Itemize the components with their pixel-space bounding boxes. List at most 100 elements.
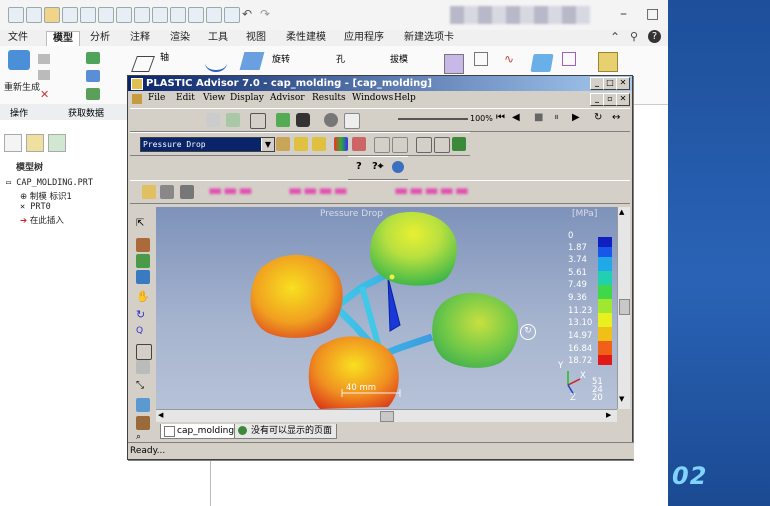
rotate-icon[interactable]: ↻ xyxy=(136,308,145,321)
redo-icon[interactable]: ↷ xyxy=(260,7,270,21)
chevron-down-icon[interactable]: ▼ xyxy=(262,138,274,151)
window-icon[interactable] xyxy=(80,7,96,23)
book-icon[interactable] xyxy=(452,137,466,151)
delete-icon[interactable]: ✕ xyxy=(40,88,49,101)
plastic-advisor-window[interactable]: PLASTIC Advisor 7.0 - cap_molding - [cap… xyxy=(127,75,634,460)
draft-label[interactable]: 拔模 xyxy=(390,52,408,65)
web-help-icon[interactable] xyxy=(392,161,404,173)
pointer-tool-icon[interactable] xyxy=(206,113,220,127)
new-file-icon[interactable] xyxy=(8,7,24,23)
animation-slider[interactable] xyxy=(398,118,468,120)
loop-icon[interactable]: ↻ xyxy=(594,112,602,123)
ruler-icon[interactable] xyxy=(136,238,150,252)
tab-tools[interactable]: 工具 xyxy=(202,31,234,45)
folder-browser-tab-icon[interactable] xyxy=(26,134,44,152)
undo-icon[interactable]: ↶ xyxy=(242,7,252,21)
tool-icon[interactable] xyxy=(116,7,132,23)
color-scale-icon[interactable] xyxy=(334,137,348,151)
context-help-icon[interactable]: ?⌖ xyxy=(372,161,383,172)
favorites-tab-icon[interactable] xyxy=(48,134,66,152)
shrinkwrap-icon[interactable] xyxy=(86,88,100,100)
axis-icon[interactable]: ⤡ xyxy=(136,380,144,391)
print-icon[interactable] xyxy=(206,7,222,23)
pa-title-bar[interactable]: PLASTIC Advisor 7.0 - cap_molding - [cap… xyxy=(128,76,632,91)
folder-icon[interactable] xyxy=(224,7,240,23)
viewport-vertical-scrollbar[interactable]: ▲ ▼ xyxy=(617,207,630,409)
tab-render[interactable]: 渲染 xyxy=(164,31,196,45)
view-icon[interactable] xyxy=(152,7,168,23)
model-view-icon[interactable] xyxy=(136,416,150,430)
menu-help[interactable]: Help xyxy=(394,93,416,103)
open-folder-icon[interactable] xyxy=(142,185,156,199)
sketch-icon[interactable] xyxy=(205,54,227,72)
mirror-icon[interactable] xyxy=(474,52,488,66)
tree-item-part[interactable]: ▭ CAP_MOLDING.PRT xyxy=(6,178,93,188)
contour-icon[interactable] xyxy=(294,137,308,151)
menu-view[interactable]: View xyxy=(203,93,225,103)
group-get-data[interactable]: 获取数据 xyxy=(68,106,104,119)
viewport-horizontal-scrollbar[interactable]: ◀ ▶ xyxy=(156,409,617,422)
paste-icon[interactable] xyxy=(38,70,50,80)
result-type-select[interactable]: Pressure Drop ▼ xyxy=(140,137,275,152)
hole-label[interactable]: 孔 xyxy=(336,52,345,65)
bounce-icon[interactable]: ↔ xyxy=(612,112,620,123)
pattern-icon[interactable] xyxy=(444,54,464,74)
rewind-icon[interactable]: ⏮ xyxy=(496,112,505,123)
zoom-to-icon[interactable]: ⌕ xyxy=(136,432,141,442)
save-disk-icon[interactable] xyxy=(160,185,174,199)
zoom-icon[interactable]: Q xyxy=(136,326,143,336)
report-icon[interactable] xyxy=(416,137,432,153)
clip-icon[interactable] xyxy=(392,137,408,153)
menu-edit[interactable]: Edit xyxy=(176,93,195,103)
select-icon[interactable]: ⇱ xyxy=(136,218,144,229)
doc-restore-button[interactable]: ▫ xyxy=(603,93,617,106)
menu-display[interactable]: Display xyxy=(230,93,264,103)
scroll-left-icon[interactable]: ◀ xyxy=(158,411,163,419)
stop-icon[interactable]: ■ xyxy=(534,112,543,123)
boundary-icon[interactable] xyxy=(562,52,576,66)
play-icon[interactable]: ▶ xyxy=(572,112,580,123)
camera-icon[interactable] xyxy=(344,113,360,129)
expand-icon[interactable]: ⌃ xyxy=(610,30,620,44)
search-icon[interactable]: ⚲ xyxy=(630,30,638,43)
regenerate-icon[interactable] xyxy=(98,7,114,23)
probe-icon[interactable] xyxy=(352,137,366,151)
cube-icon[interactable] xyxy=(136,254,150,268)
regenerate-icon[interactable] xyxy=(8,50,30,70)
pan-icon[interactable]: ✋ xyxy=(136,290,150,303)
axis-label[interactable]: 轴 xyxy=(160,50,169,63)
scroll-down-icon[interactable]: ▼ xyxy=(619,395,624,403)
pa-maximize-button[interactable]: □ xyxy=(603,77,617,90)
results-viewport[interactable]: Pressure Drop [MPa] 40 mm 0 1.87 3.74 5.… xyxy=(156,207,617,409)
group-operations[interactable]: 操作 xyxy=(10,106,28,119)
scroll-up-icon[interactable]: ▲ xyxy=(619,208,624,216)
traffic-light-icon[interactable] xyxy=(296,113,310,127)
pause-icon[interactable]: ⏸ xyxy=(554,112,559,123)
tab-cap-molding[interactable]: cap_molding xyxy=(160,424,240,439)
plane-icon[interactable] xyxy=(131,56,155,72)
cube-shaded-icon[interactable] xyxy=(136,270,150,284)
xy-plot-icon[interactable] xyxy=(312,137,326,151)
component-icon[interactable] xyxy=(598,52,618,72)
extrude-icon[interactable] xyxy=(239,52,265,70)
copy-geometry-icon[interactable] xyxy=(86,70,100,82)
tab-no-page[interactable]: 没有可以显示的页面 xyxy=(234,424,338,439)
tab-analysis[interactable]: 分析 xyxy=(84,31,116,45)
table-icon[interactable] xyxy=(434,137,450,153)
dropdown-icon[interactable] xyxy=(170,7,186,23)
rotate-label[interactable]: 旋转 xyxy=(272,52,290,65)
step-back-icon[interactable]: ◀ xyxy=(512,112,520,123)
menu-results[interactable]: Results xyxy=(312,93,346,103)
new-icon[interactable] xyxy=(26,7,42,23)
tab-applications[interactable]: 应用程序 xyxy=(338,31,390,45)
doc-minimize-button[interactable]: _ xyxy=(590,93,604,106)
help-icon[interactable]: ? xyxy=(648,30,661,43)
save-icon[interactable] xyxy=(62,7,78,23)
tab-annotate[interactable]: 注释 xyxy=(124,31,156,45)
pa-minimize-button[interactable]: _ xyxy=(590,77,604,90)
scroll-right-icon[interactable]: ▶ xyxy=(606,411,611,419)
inject-location-icon[interactable] xyxy=(226,113,240,127)
tab-new[interactable]: 新建选项卡 xyxy=(398,31,460,45)
layer-icon[interactable] xyxy=(374,137,390,153)
help-icon[interactable]: ? xyxy=(356,161,362,172)
